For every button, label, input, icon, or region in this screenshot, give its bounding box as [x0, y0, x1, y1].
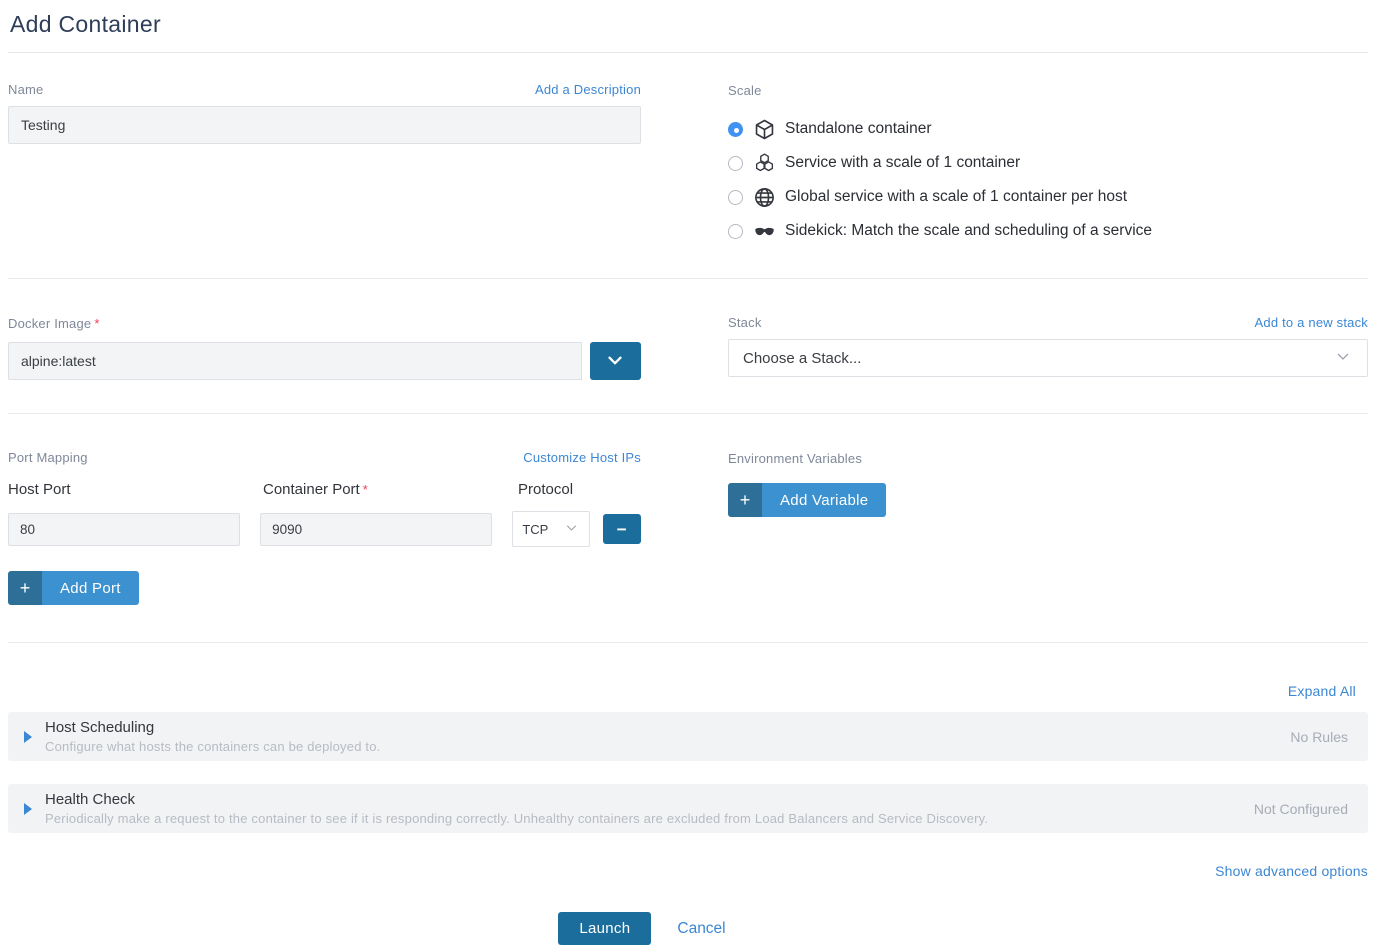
expand-triangle-icon[interactable]	[24, 731, 32, 743]
container-port-column-label: Container Port	[263, 481, 360, 498]
chevron-down-icon	[563, 519, 580, 539]
health-check-accordion[interactable]: Health Check Periodically make a request…	[8, 784, 1368, 833]
protocol-select-value: TCP	[522, 522, 548, 537]
host-scheduling-description: Configure what hosts the containers can …	[45, 739, 1290, 754]
scale-option-label: Standalone container	[785, 120, 932, 138]
port-column-headers: Host Port Container Port* Protocol	[8, 481, 641, 499]
add-variable-button[interactable]: + Add Variable	[728, 483, 886, 517]
footer-actions: Launch Cancel	[0, 912, 1322, 945]
docker-image-group: Docker Image*	[8, 315, 641, 380]
docker-image-dropdown-button[interactable]	[590, 342, 641, 380]
cubes-icon	[753, 152, 776, 175]
host-scheduling-title: Host Scheduling	[45, 719, 1290, 736]
add-new-stack-link[interactable]: Add to a new stack	[1255, 315, 1368, 330]
radio-global[interactable]	[728, 190, 743, 205]
scale-option-global[interactable]: Global service with a scale of 1 contain…	[728, 180, 1368, 214]
add-container-page: Add Container Name Add a Description Sca…	[0, 0, 1388, 945]
port-mapping-row: TCP −	[8, 511, 641, 547]
scale-group: Scale Standalone container Service with …	[728, 82, 1368, 248]
plus-icon: +	[728, 483, 762, 517]
scale-label: Scale	[728, 83, 762, 98]
health-check-description: Periodically make a request to the conta…	[45, 811, 1254, 826]
add-description-link[interactable]: Add a Description	[535, 82, 641, 97]
radio-standalone[interactable]	[728, 122, 743, 137]
docker-image-input[interactable]	[8, 342, 582, 380]
protocol-column-label: Protocol	[518, 481, 608, 499]
health-check-status: Not Configured	[1254, 801, 1352, 817]
scale-option-sidekick[interactable]: Sidekick: Match the scale and scheduling…	[728, 214, 1368, 248]
required-asterisk: *	[94, 316, 99, 331]
section-ports-env: Port Mapping Customize Host IPs Host Por…	[8, 414, 1368, 642]
plus-icon: +	[8, 571, 42, 605]
launch-button[interactable]: Launch	[558, 912, 651, 945]
section-name-scale: Name Add a Description Scale Standalone …	[8, 53, 1368, 278]
container-port-input[interactable]	[260, 513, 492, 546]
chevron-down-icon	[1333, 346, 1353, 370]
minus-icon: −	[617, 521, 627, 538]
name-input[interactable]	[8, 106, 641, 144]
scale-option-label: Global service with a scale of 1 contain…	[785, 188, 1127, 206]
host-scheduling-accordion[interactable]: Host Scheduling Configure what hosts the…	[8, 712, 1368, 761]
stack-label: Stack	[728, 315, 762, 330]
environment-variables-group: Environment Variables + Add Variable	[728, 450, 1368, 642]
add-port-button[interactable]: + Add Port	[8, 571, 139, 605]
host-scheduling-status: No Rules	[1290, 729, 1352, 745]
scale-option-service[interactable]: Service with a scale of 1 container	[728, 146, 1368, 180]
required-asterisk: *	[363, 482, 368, 497]
expand-all-link[interactable]: Expand All	[1288, 683, 1356, 699]
port-mapping-label: Port Mapping	[8, 450, 88, 465]
host-port-column-label: Host Port	[8, 481, 263, 499]
expand-triangle-icon[interactable]	[24, 803, 32, 815]
name-label: Name	[8, 82, 43, 97]
radio-sidekick[interactable]	[728, 224, 743, 239]
add-variable-button-label: Add Variable	[762, 483, 886, 517]
globe-icon	[753, 186, 776, 209]
protocol-select[interactable]: TCP	[512, 511, 589, 547]
cube-icon	[753, 118, 776, 141]
mask-icon	[753, 220, 776, 243]
chevron-down-icon	[604, 349, 626, 374]
section-image-stack: Docker Image* Stack Add to a new stack C…	[8, 279, 1368, 413]
host-port-input[interactable]	[8, 513, 240, 546]
customize-host-ips-link[interactable]: Customize Host IPs	[523, 450, 641, 465]
stack-select-value: Choose a Stack...	[743, 350, 861, 367]
section-advanced: Expand All Host Scheduling Configure wha…	[8, 643, 1368, 879]
add-port-button-label: Add Port	[42, 571, 139, 605]
remove-port-button[interactable]: −	[603, 514, 641, 544]
name-field-group: Name Add a Description	[8, 82, 641, 248]
stack-group: Stack Add to a new stack Choose a Stack.…	[728, 315, 1368, 380]
port-mapping-group: Port Mapping Customize Host IPs Host Por…	[8, 450, 641, 642]
cancel-link[interactable]: Cancel	[677, 920, 725, 938]
scale-option-label: Sidekick: Match the scale and scheduling…	[785, 222, 1152, 240]
scale-option-standalone[interactable]: Standalone container	[728, 112, 1368, 146]
docker-image-label: Docker Image	[8, 316, 91, 331]
environment-variables-label: Environment Variables	[728, 451, 862, 466]
show-advanced-options-link[interactable]: Show advanced options	[1215, 863, 1368, 879]
scale-options: Standalone container Service with a scal…	[728, 112, 1368, 248]
page-title: Add Container	[8, 0, 1368, 52]
health-check-title: Health Check	[45, 791, 1254, 808]
radio-service[interactable]	[728, 156, 743, 171]
scale-option-label: Service with a scale of 1 container	[785, 154, 1020, 172]
stack-select[interactable]: Choose a Stack...	[728, 339, 1368, 377]
